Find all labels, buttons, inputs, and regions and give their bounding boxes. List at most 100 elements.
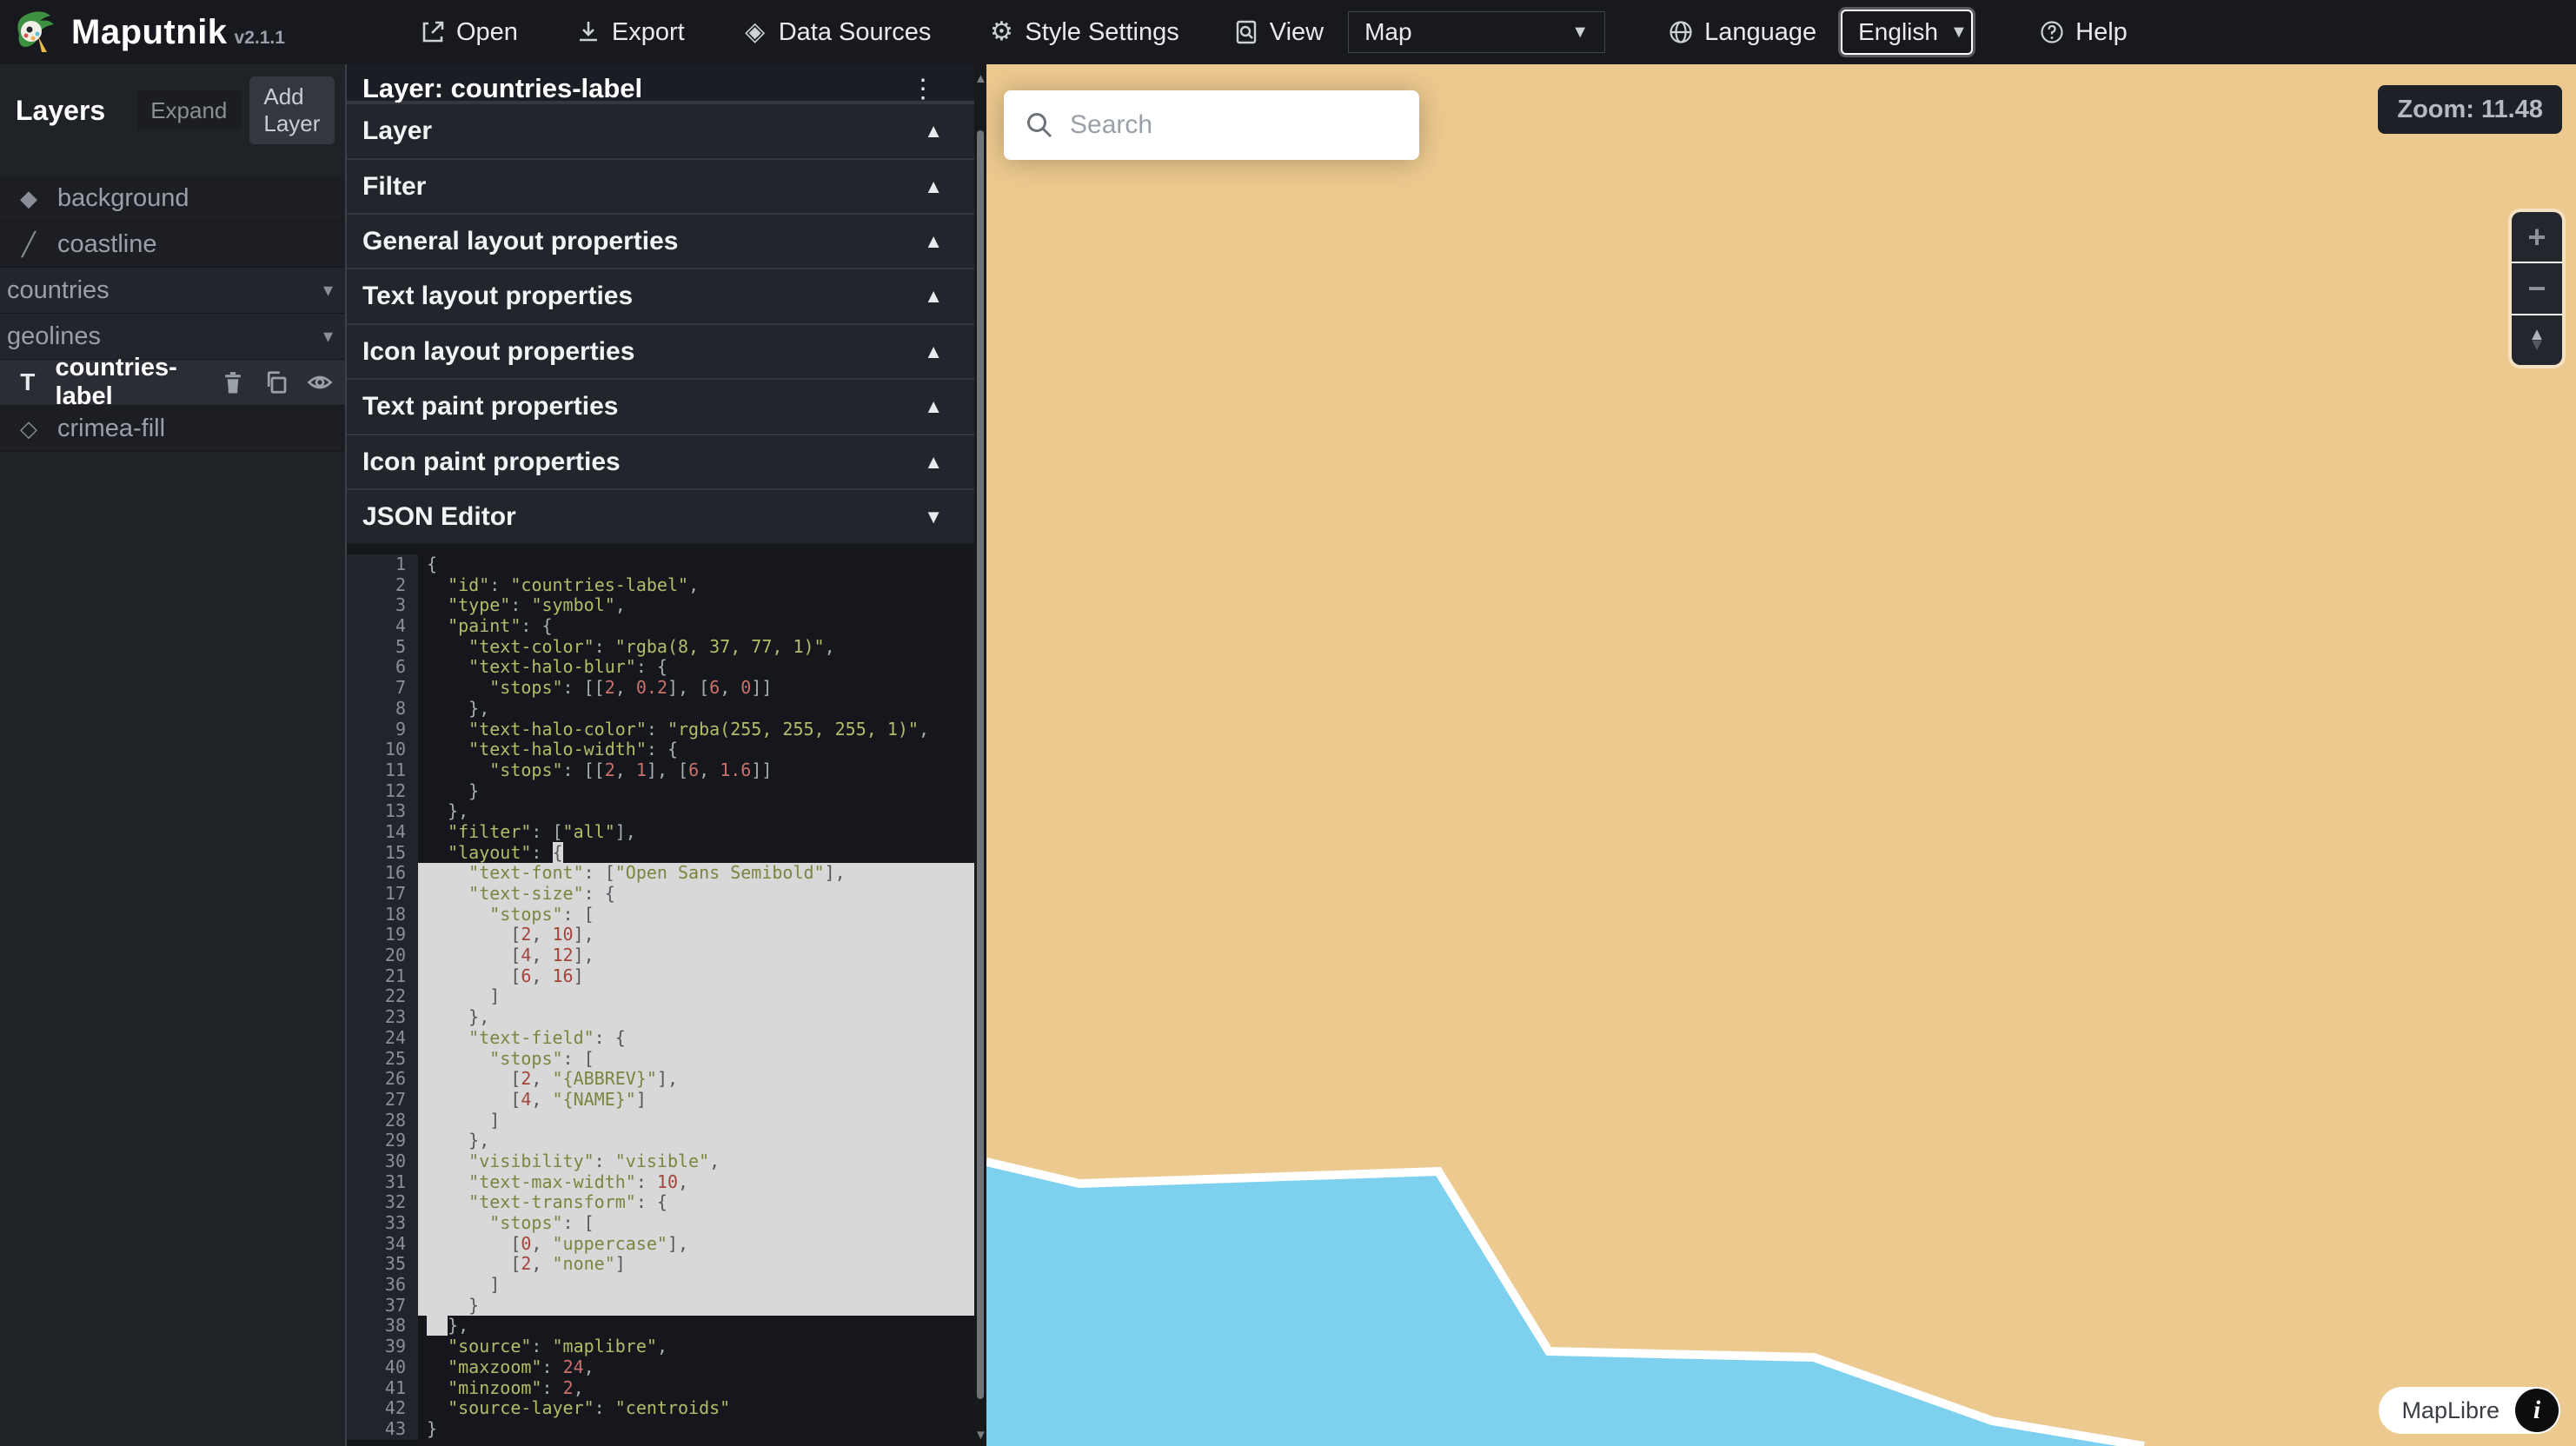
code-line[interactable]: 29 }, — [347, 1131, 974, 1151]
code-line[interactable]: 18 "stops": [ — [347, 905, 974, 925]
code-line[interactable]: 27 [4, "{NAME}"] — [347, 1090, 974, 1111]
code-line[interactable]: 11 "stops": [[2, 1], [6, 1.6]] — [347, 760, 974, 781]
section-text-paint[interactable]: Text paint properties ▲ — [347, 378, 974, 433]
scrollbar-thumb[interactable] — [977, 130, 984, 1399]
code-line[interactable]: 40 "maxzoom": 24, — [347, 1357, 974, 1378]
kebab-menu-icon[interactable]: ⋮ — [910, 82, 936, 97]
help-menu-button[interactable]: Help — [2039, 18, 2128, 47]
export-icon — [575, 19, 601, 45]
code-line[interactable]: 35 [2, "none"] — [347, 1254, 974, 1275]
code-text: "text-size": { — [418, 884, 974, 905]
line-number: 31 — [347, 1172, 418, 1193]
code-line[interactable]: 43} — [347, 1419, 974, 1440]
line-number: 12 — [347, 781, 418, 802]
code-line[interactable]: 16 "text-font": ["Open Sans Semibold"], — [347, 863, 974, 884]
code-line[interactable]: 28 ] — [347, 1111, 974, 1131]
layers-title: Layers — [16, 95, 105, 127]
code-line[interactable]: 3 "type": "symbol", — [347, 595, 974, 616]
code-line[interactable]: 30 "visibility": "visible", — [347, 1151, 974, 1172]
code-line[interactable]: 26 [2, "{ABBREV}"], — [347, 1069, 974, 1090]
language-select[interactable]: English ▼ — [1841, 10, 1973, 55]
code-line[interactable]: 2 "id": "countries-label", — [347, 575, 974, 596]
code-line[interactable]: 13 }, — [347, 801, 974, 822]
code-text: "stops": [ — [418, 905, 974, 925]
code-line[interactable]: 25 "stops": [ — [347, 1049, 974, 1070]
view-menu-group: View Map ▼ — [1233, 11, 1605, 53]
compass-reset-button[interactable]: ▲ ▼ — [2512, 314, 2562, 365]
code-line[interactable]: 20 [4, 12], — [347, 945, 974, 966]
code-line[interactable]: 21 [6, 16] — [347, 966, 974, 987]
code-line[interactable]: 36 ] — [347, 1275, 974, 1296]
export-menu-button[interactable]: Export — [575, 18, 685, 47]
code-line[interactable]: 10 "text-halo-width": { — [347, 740, 974, 760]
layer-editor-header: Layer: countries-label ⋮ — [347, 64, 974, 103]
layer-item-background[interactable]: ◆ background — [0, 176, 345, 222]
code-line[interactable]: 23 }, — [347, 1007, 974, 1028]
expand-button[interactable]: Expand — [136, 90, 241, 131]
scroll-down-icon[interactable]: ▼ — [974, 1428, 986, 1443]
data-sources-menu-button[interactable]: ◈ Data Sources — [742, 18, 932, 47]
code-line[interactable]: 7 "stops": [[2, 0.2], [6, 0]] — [347, 678, 974, 699]
code-line[interactable]: 14 "filter": ["all"], — [347, 822, 974, 843]
code-line[interactable]: 1{ — [347, 554, 974, 575]
section-icon-layout[interactable]: Icon layout properties ▲ — [347, 323, 974, 378]
layer-group-label: geolines — [7, 322, 101, 351]
code-line[interactable]: 17 "text-size": { — [347, 884, 974, 905]
section-filter[interactable]: Filter ▲ — [347, 158, 974, 213]
code-line[interactable]: 32 "text-transform": { — [347, 1192, 974, 1213]
json-code-editor[interactable]: 1{2 "id": "countries-label",3 "type": "s… — [347, 544, 974, 1446]
section-general-layout[interactable]: General layout properties ▲ — [347, 213, 974, 268]
layer-item-coastline[interactable]: ╱ coastline — [0, 222, 345, 268]
delete-icon[interactable] — [220, 369, 246, 395]
visibility-eye-icon[interactable] — [307, 369, 333, 395]
code-line[interactable]: 19 [2, 10], — [347, 925, 974, 945]
zoom-in-button[interactable]: + — [2512, 212, 2562, 262]
code-line[interactable]: 22 ] — [347, 986, 974, 1007]
code-line[interactable]: 37 } — [347, 1296, 974, 1317]
attribution-link[interactable]: MapLibre — [2401, 1397, 2500, 1424]
code-line[interactable]: 12 } — [347, 781, 974, 802]
code-line[interactable]: 38 }, — [347, 1316, 974, 1337]
code-line[interactable]: 8 }, — [347, 699, 974, 720]
code-line[interactable]: 39 "source": "maplibre", — [347, 1337, 974, 1357]
chevron-down-icon: ▼ — [1571, 23, 1589, 43]
code-line[interactable]: 4 "paint": { — [347, 616, 974, 637]
section-json-editor[interactable]: JSON Editor ▼ — [347, 488, 974, 543]
code-line[interactable]: 5 "text-color": "rgba(8, 37, 77, 1)", — [347, 637, 974, 658]
code-text: "text-font": ["Open Sans Semibold"], — [418, 863, 974, 884]
add-layer-button[interactable]: Add Layer — [249, 76, 335, 144]
code-line[interactable]: 15 "layout": { — [347, 843, 974, 864]
code-line[interactable]: 42 "source-layer": "centroids" — [347, 1398, 974, 1419]
code-text: }, — [418, 1007, 974, 1028]
zoom-out-button[interactable]: − — [2512, 262, 2562, 313]
diamond-outline-icon: ◇ — [16, 415, 42, 442]
panel-scrollbar[interactable]: ▲ ▼ — [974, 64, 986, 1446]
info-icon[interactable]: i — [2515, 1389, 2559, 1432]
style-settings-menu-label: Style Settings — [1025, 18, 1178, 47]
search-input[interactable] — [1070, 110, 1391, 140]
code-line[interactable]: 31 "text-max-width": 10, — [347, 1172, 974, 1193]
code-line[interactable]: 6 "text-halo-blur": { — [347, 657, 974, 678]
section-layer[interactable]: Layer ▲ — [347, 103, 974, 157]
top-bar: Maputnik v2.1.1 Open Export ◈ Data Sourc… — [0, 0, 2576, 64]
view-select[interactable]: Map ▼ — [1348, 11, 1605, 53]
layer-item-crimea-fill[interactable]: ◇ crimea-fill — [0, 406, 345, 452]
duplicate-icon[interactable] — [263, 369, 289, 395]
layer-item-countries-label[interactable]: T countries-label — [0, 360, 345, 406]
code-line[interactable]: 9 "text-halo-color": "rgba(255, 255, 255… — [347, 720, 974, 740]
code-line[interactable]: 24 "text-field": { — [347, 1028, 974, 1049]
line-number: 43 — [347, 1419, 418, 1440]
style-settings-menu-button[interactable]: ⚙ Style Settings — [988, 18, 1178, 47]
map-zoom-controls: + − ▲ ▼ — [2512, 212, 2562, 365]
code-line[interactable]: 41 "minzoom": 2, — [347, 1378, 974, 1399]
code-text: "text-halo-blur": { — [418, 657, 974, 678]
section-text-layout[interactable]: Text layout properties ▲ — [347, 268, 974, 322]
layer-group-countries[interactable]: countries ▾ — [0, 268, 345, 314]
scroll-up-icon[interactable]: ▲ — [974, 71, 986, 86]
section-icon-paint[interactable]: Icon paint properties ▲ — [347, 434, 974, 488]
map-canvas[interactable]: Zoom: 11.48 + − ▲ ▼ MapLibre i — [986, 64, 2576, 1446]
code-line[interactable]: 33 "stops": [ — [347, 1213, 974, 1234]
code-line[interactable]: 34 [0, "uppercase"], — [347, 1234, 974, 1255]
open-menu-button[interactable]: Open — [420, 18, 518, 47]
line-number: 26 — [347, 1069, 418, 1090]
